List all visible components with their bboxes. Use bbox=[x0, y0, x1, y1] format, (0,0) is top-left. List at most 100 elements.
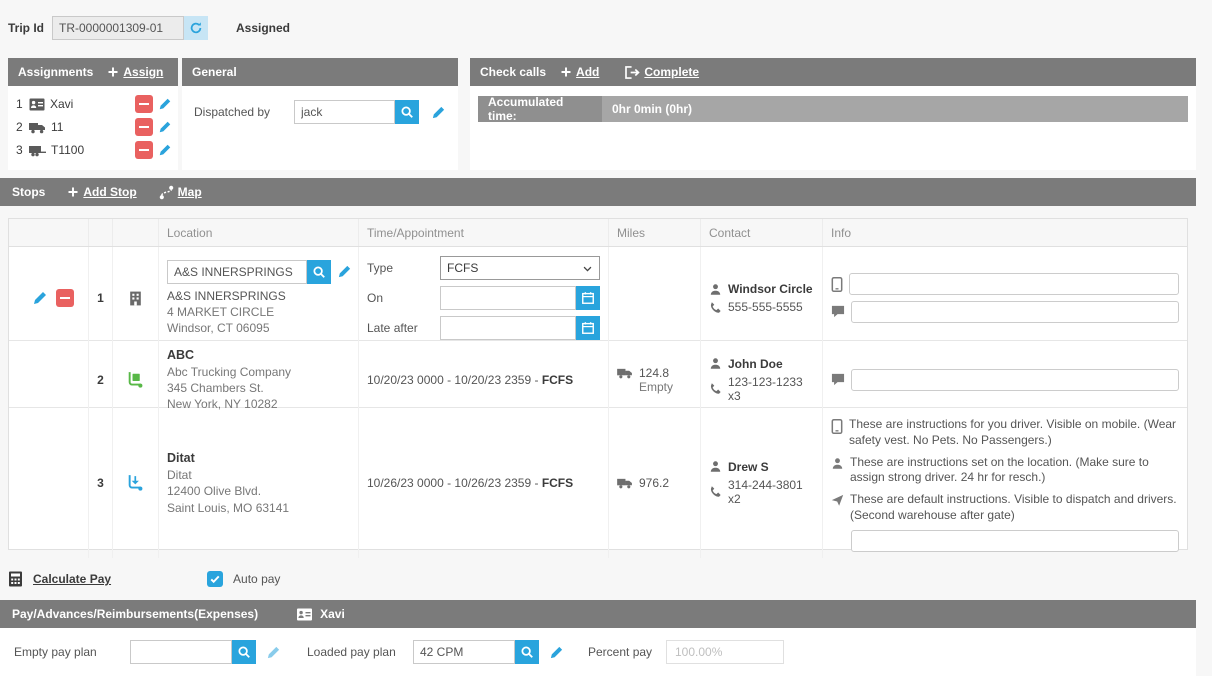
assignment-row-truck: 2 11 bbox=[16, 117, 172, 137]
default-instructions-text: These are default instructions. Visible … bbox=[850, 492, 1179, 524]
general-body: Dispatched by bbox=[182, 86, 458, 138]
stop-3-controls bbox=[9, 408, 89, 558]
assignment-label: Xavi bbox=[50, 97, 73, 111]
dispatched-by-search-button[interactable] bbox=[395, 100, 419, 124]
dispatched-by-edit-pencil-icon[interactable] bbox=[431, 105, 446, 120]
person-icon bbox=[709, 283, 722, 296]
stop-1-time-cell: Type FCFS On Late aft bbox=[359, 247, 609, 349]
stop-note-input[interactable] bbox=[851, 301, 1179, 323]
edit-truck-pencil-icon[interactable] bbox=[158, 120, 172, 134]
contact-phone: 123-123-1233 x3 bbox=[728, 375, 814, 403]
appointment-type-value: FCFS bbox=[447, 261, 478, 275]
miles-note: Empty bbox=[639, 380, 673, 394]
empty-pay-plan-input[interactable] bbox=[130, 640, 232, 664]
appointment-window: 10/26/23 0000 - 10/26/23 2359 - FCFS bbox=[367, 476, 600, 490]
auto-pay-label: Auto pay bbox=[233, 572, 280, 586]
add-stop-label: Add Stop bbox=[83, 185, 136, 199]
edit-stop-pencil-icon[interactable] bbox=[32, 290, 48, 306]
stop-3-contact-cell: Drew S 314-244-3801 x2 bbox=[701, 408, 823, 558]
check-calls-panel: Check calls Add Complete Accumulated tim… bbox=[470, 58, 1196, 170]
contact-phone: 314-244-3801 x2 bbox=[728, 478, 814, 506]
search-icon bbox=[312, 265, 326, 279]
assignment-number: 2 bbox=[16, 120, 24, 134]
loaded-pay-plan-input[interactable] bbox=[413, 640, 515, 664]
check-calls-add-link[interactable]: Add bbox=[560, 65, 599, 79]
remove-stop-button[interactable] bbox=[56, 289, 74, 307]
pay-panel-header: Pay/Advances/Reimbursements(Expenses) Xa… bbox=[0, 600, 1196, 628]
late-after-calendar-button[interactable] bbox=[576, 316, 600, 340]
check-calls-complete-link[interactable]: Complete bbox=[625, 65, 699, 79]
stop-row-3: 3 Ditat Ditat 12400 Olive Blvd. Saint Lo… bbox=[9, 408, 1187, 549]
location-address-line2: Windsor, CT 06095 bbox=[167, 320, 350, 336]
location-company: Ditat bbox=[167, 467, 350, 483]
location-search-button[interactable] bbox=[307, 260, 331, 284]
person-icon bbox=[831, 457, 844, 470]
late-after-date-input[interactable] bbox=[440, 316, 576, 340]
stop-1-info-cell bbox=[823, 247, 1187, 349]
stop-number: 2 bbox=[89, 341, 113, 418]
driver-id-card-icon bbox=[296, 608, 313, 621]
col-type-icon bbox=[113, 219, 159, 246]
stop-2-time-cell: 10/20/23 0000 - 10/20/23 2359 - FCFS bbox=[359, 341, 609, 418]
auto-pay-checkbox[interactable] bbox=[207, 571, 223, 587]
trip-id-input[interactable] bbox=[52, 16, 184, 40]
map-link[interactable]: Map bbox=[159, 185, 202, 200]
stop-row-1: 1 A&S INNERSPRINGS 4 MARKET C bbox=[9, 247, 1187, 341]
appointment-type-select[interactable]: FCFS bbox=[440, 256, 600, 280]
type-label: Type bbox=[367, 261, 393, 275]
empty-pay-plan-edit-pencil-icon[interactable] bbox=[266, 645, 281, 660]
assignments-panel: Assignments Assign 1 Xavi 2 bbox=[8, 58, 178, 170]
driver-instructions-text: These are instructions for you driver. V… bbox=[849, 417, 1179, 449]
remove-driver-button[interactable] bbox=[135, 95, 153, 113]
mobile-instructions-input[interactable] bbox=[849, 273, 1179, 295]
edit-trailer-pencil-icon[interactable] bbox=[158, 143, 172, 157]
calculate-pay-link[interactable]: Calculate Pay bbox=[33, 572, 111, 586]
miles-value: 976.2 bbox=[639, 476, 669, 490]
pay-panel-title: Pay/Advances/Reimbursements(Expenses) bbox=[12, 607, 258, 621]
stop-1-type-cell bbox=[113, 247, 159, 349]
mobile-icon bbox=[831, 419, 843, 434]
comment-icon bbox=[831, 373, 845, 386]
calendar-icon bbox=[581, 321, 595, 335]
percent-pay-input[interactable] bbox=[666, 640, 784, 664]
edit-driver-pencil-icon[interactable] bbox=[158, 97, 172, 111]
person-icon bbox=[709, 357, 722, 370]
empty-pay-plan-search-button[interactable] bbox=[232, 640, 256, 664]
assign-link[interactable]: Assign bbox=[107, 65, 163, 79]
on-date-calendar-button[interactable] bbox=[576, 286, 600, 310]
col-time-appointment: Time/Appointment bbox=[359, 219, 609, 246]
trailer-icon bbox=[29, 144, 46, 157]
stops-table-header: Location Time/Appointment Miles Contact … bbox=[9, 219, 1187, 247]
contact-name: Drew S bbox=[728, 460, 769, 474]
assignment-label: 11 bbox=[51, 120, 63, 134]
stop-1-contact-cell: Windsor Circle 555-555-5555 bbox=[701, 247, 823, 349]
comment-icon bbox=[831, 305, 845, 318]
appointment-window: 10/20/23 0000 - 10/20/23 2359 - FCFS bbox=[367, 373, 600, 387]
check-calls-complete-label: Complete bbox=[644, 65, 699, 79]
location-edit-pencil-icon[interactable] bbox=[337, 264, 352, 279]
stop-note-input[interactable] bbox=[851, 530, 1179, 552]
check-icon bbox=[209, 573, 221, 585]
on-date-input[interactable] bbox=[440, 286, 576, 310]
top-bar: Trip Id Assigned bbox=[0, 0, 1212, 56]
assignments-title: Assignments bbox=[18, 65, 93, 79]
stop-2-location-cell: ABC Abc Trucking Company 345 Chambers St… bbox=[159, 341, 359, 418]
search-icon bbox=[237, 645, 251, 659]
refresh-trip-button[interactable] bbox=[184, 16, 208, 40]
assignments-list: 1 Xavi 2 11 3 bbox=[8, 86, 178, 166]
plus-icon bbox=[560, 66, 572, 78]
mobile-icon bbox=[831, 277, 843, 292]
loaded-pay-plan-edit-pencil-icon[interactable] bbox=[549, 645, 564, 660]
stop-note-input[interactable] bbox=[851, 369, 1179, 391]
contact-phone: 555-555-5555 bbox=[728, 300, 803, 314]
pay-panel-body: Empty pay plan Loaded pay plan Percent p… bbox=[0, 628, 1196, 676]
late-after-label: Late after bbox=[367, 321, 418, 335]
remove-trailer-button[interactable] bbox=[135, 141, 153, 159]
remove-truck-button[interactable] bbox=[135, 118, 153, 136]
location-name: A&S INNERSPRINGS bbox=[167, 288, 350, 304]
route-map-icon bbox=[159, 185, 174, 200]
loaded-pay-plan-search-button[interactable] bbox=[515, 640, 539, 664]
dispatched-by-input[interactable] bbox=[294, 100, 395, 124]
add-stop-link[interactable]: Add Stop bbox=[67, 185, 136, 199]
location-search-input[interactable] bbox=[167, 260, 307, 284]
